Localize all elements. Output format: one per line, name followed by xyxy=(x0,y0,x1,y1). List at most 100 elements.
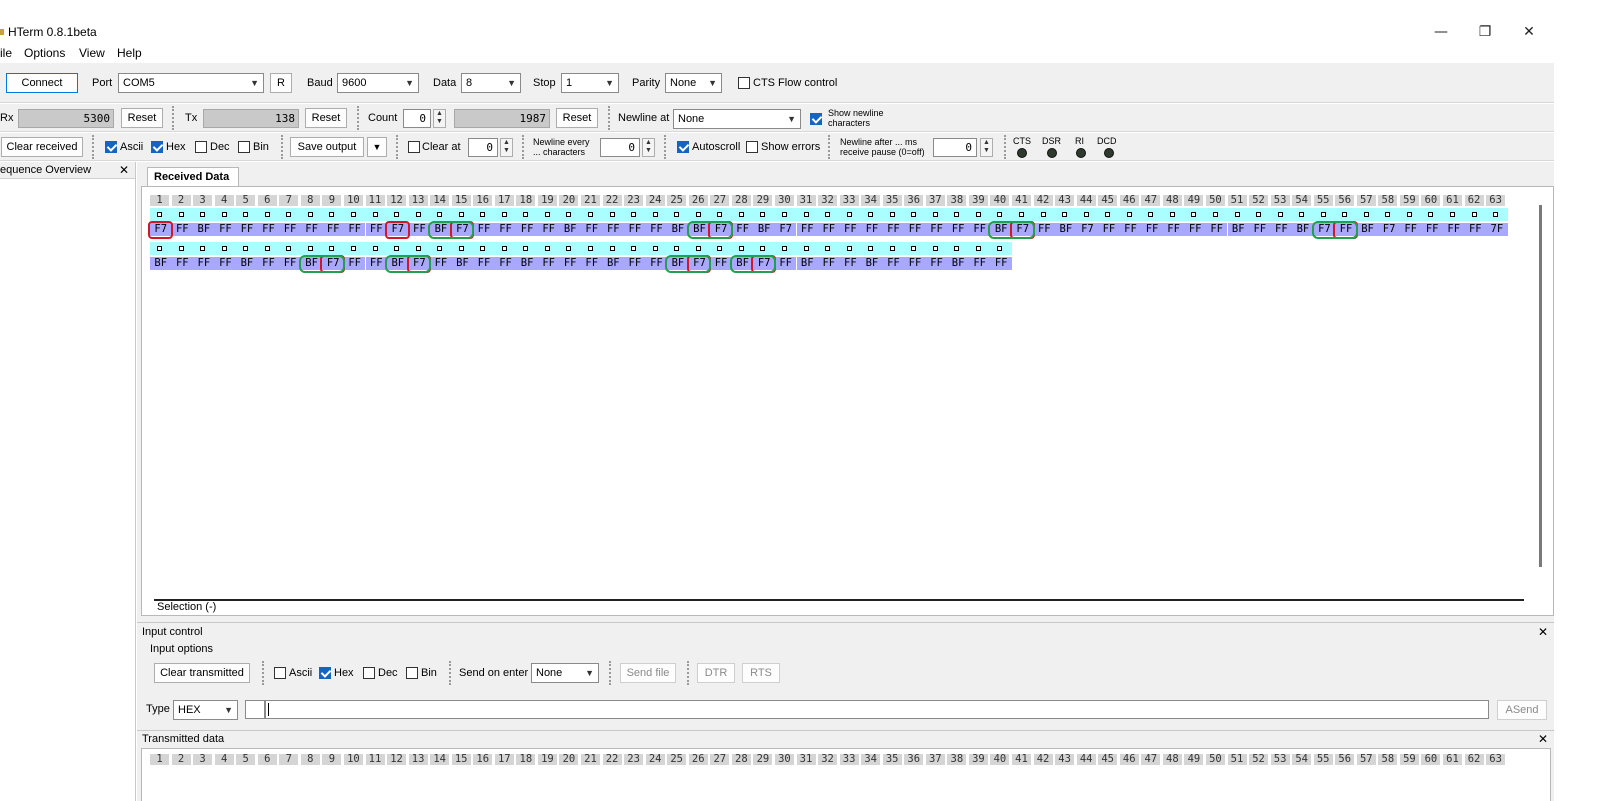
newline-every-spinner[interactable]: ▲ ▼ xyxy=(642,138,655,157)
show-newline-checkbox[interactable] xyxy=(810,113,822,125)
ascii-char-marker xyxy=(1256,212,1262,217)
column-index: 39 xyxy=(968,754,988,765)
ascii-checkbox[interactable] xyxy=(105,141,117,153)
rts-button[interactable]: RTS xyxy=(742,663,780,683)
chevron-down-icon: ▼ xyxy=(605,78,614,88)
menu-file[interactable]: ile xyxy=(0,46,12,60)
send-on-enter-select[interactable]: None ▼ xyxy=(531,663,599,683)
newline-at-select[interactable]: None ▼ xyxy=(673,109,801,129)
ascii-char-marker xyxy=(415,246,421,251)
ascii-char-marker xyxy=(437,212,443,217)
port-label: Port xyxy=(92,77,113,89)
count-reset-button[interactable]: Reset xyxy=(556,108,598,128)
tx-ascii-checkbox[interactable] xyxy=(274,667,286,679)
menu-help[interactable]: Help xyxy=(117,46,142,60)
column-index: 45 xyxy=(1098,754,1118,765)
hex-byte: FF xyxy=(624,223,646,236)
ascii-char-marker xyxy=(307,246,313,251)
stop-bits-select[interactable]: 1 ▼ xyxy=(561,73,619,93)
separator xyxy=(449,661,451,685)
refresh-ports-button[interactable]: R xyxy=(270,73,292,93)
minimize-button[interactable]: — xyxy=(1418,22,1464,42)
close-icon[interactable]: ✕ xyxy=(1538,732,1548,746)
hex-byte: FF xyxy=(1098,223,1120,236)
clear-at-input[interactable]: 0 xyxy=(468,138,498,157)
column-index: 33 xyxy=(839,754,859,765)
send-file-button[interactable]: Send file xyxy=(620,663,676,683)
tx-reset-button[interactable]: Reset xyxy=(305,108,347,128)
ascii-char-marker xyxy=(437,246,443,251)
type-select[interactable]: HEX ▼ xyxy=(173,700,238,720)
highlight-marker xyxy=(686,221,733,239)
ascii-char-marker xyxy=(1363,212,1369,217)
ascii-char-marker xyxy=(286,212,292,217)
close-icon[interactable]: ✕ xyxy=(119,163,129,177)
vertical-scrollbar[interactable] xyxy=(1539,205,1542,567)
ascii-char-marker xyxy=(674,212,680,217)
ascii-char-marker xyxy=(501,246,507,251)
clear-at-spinner[interactable]: ▲ ▼ xyxy=(500,138,513,157)
count-spinner[interactable]: ▲ ▼ xyxy=(433,109,446,128)
newline-after-spinner[interactable]: ▲ ▼ xyxy=(980,138,993,157)
save-output-dropdown[interactable]: ▼ xyxy=(367,137,387,157)
cts-flow-checkbox[interactable] xyxy=(738,77,750,89)
save-output-button[interactable]: Save output xyxy=(290,137,364,157)
column-index: 5 xyxy=(236,195,256,206)
show-errors-label: Show errors xyxy=(761,141,821,153)
ascii-char-marker xyxy=(738,212,744,217)
ascii-char-marker xyxy=(1385,212,1391,217)
port-select[interactable]: COM5 ▼ xyxy=(118,73,264,93)
ascii-char-marker xyxy=(329,246,335,251)
menu-view[interactable]: View xyxy=(79,46,105,60)
restore-button[interactable]: ❐ xyxy=(1462,22,1508,42)
rx-reset-button[interactable]: Reset xyxy=(121,108,163,128)
column-index: 51 xyxy=(1227,754,1247,765)
tx-dec-checkbox[interactable] xyxy=(363,667,375,679)
ascii-char-marker xyxy=(458,212,464,217)
parity-select[interactable]: None ▼ xyxy=(665,73,722,93)
bin-label: Bin xyxy=(253,141,269,153)
tx-bin-checkbox[interactable] xyxy=(406,667,418,679)
baud-select[interactable]: 9600 ▼ xyxy=(337,73,419,93)
ascii-char-marker xyxy=(695,212,701,217)
column-index: 10 xyxy=(343,195,363,206)
ascii-char-marker xyxy=(717,212,723,217)
column-index: 62 xyxy=(1464,754,1484,765)
clear-transmitted-button[interactable]: Clear transmitted xyxy=(154,663,250,683)
column-index: 26 xyxy=(688,754,708,765)
hex-byte: FF xyxy=(968,223,991,236)
ascii-char-marker xyxy=(781,212,787,217)
column-index: 62 xyxy=(1464,195,1484,206)
menu-options[interactable]: Options xyxy=(24,46,65,60)
newline-every-input[interactable]: 0 xyxy=(600,138,640,157)
tx-hex-checkbox[interactable] xyxy=(319,667,331,679)
data-bits-select[interactable]: 8 ▼ xyxy=(461,73,521,93)
hex-byte: FF xyxy=(645,223,668,236)
column-index: 38 xyxy=(947,195,967,206)
close-button[interactable]: ✕ xyxy=(1506,22,1552,42)
ascii-char-marker xyxy=(846,212,852,217)
clear-at-checkbox[interactable] xyxy=(408,141,420,153)
close-icon[interactable]: ✕ xyxy=(1538,625,1548,639)
column-index: 47 xyxy=(1141,754,1161,765)
connect-button[interactable]: Connect xyxy=(6,73,78,93)
cts-flow-label: CTS Flow control xyxy=(753,77,838,89)
dec-checkbox[interactable] xyxy=(195,141,207,153)
asend-button[interactable]: ASend xyxy=(1497,700,1547,720)
autoscroll-checkbox[interactable] xyxy=(677,141,689,153)
ascii-char-marker xyxy=(157,246,162,251)
tx-bin-label: Bin xyxy=(421,667,437,679)
send-input[interactable] xyxy=(265,700,1489,719)
count-input[interactable]: 0 xyxy=(403,109,431,128)
newline-after-input[interactable]: 0 xyxy=(933,138,977,157)
ascii-char-marker xyxy=(825,246,831,251)
ascii-char-marker xyxy=(480,246,486,251)
hex-byte: FF xyxy=(645,257,668,270)
show-errors-checkbox[interactable] xyxy=(746,141,758,153)
dtr-button[interactable]: DTR xyxy=(697,663,735,683)
bin-checkbox[interactable] xyxy=(238,141,250,153)
clear-received-button[interactable]: Clear received xyxy=(1,137,83,157)
ascii-char-marker xyxy=(1406,212,1412,217)
hex-checkbox[interactable] xyxy=(151,141,163,153)
tab-received-data[interactable]: Received Data xyxy=(147,167,239,187)
